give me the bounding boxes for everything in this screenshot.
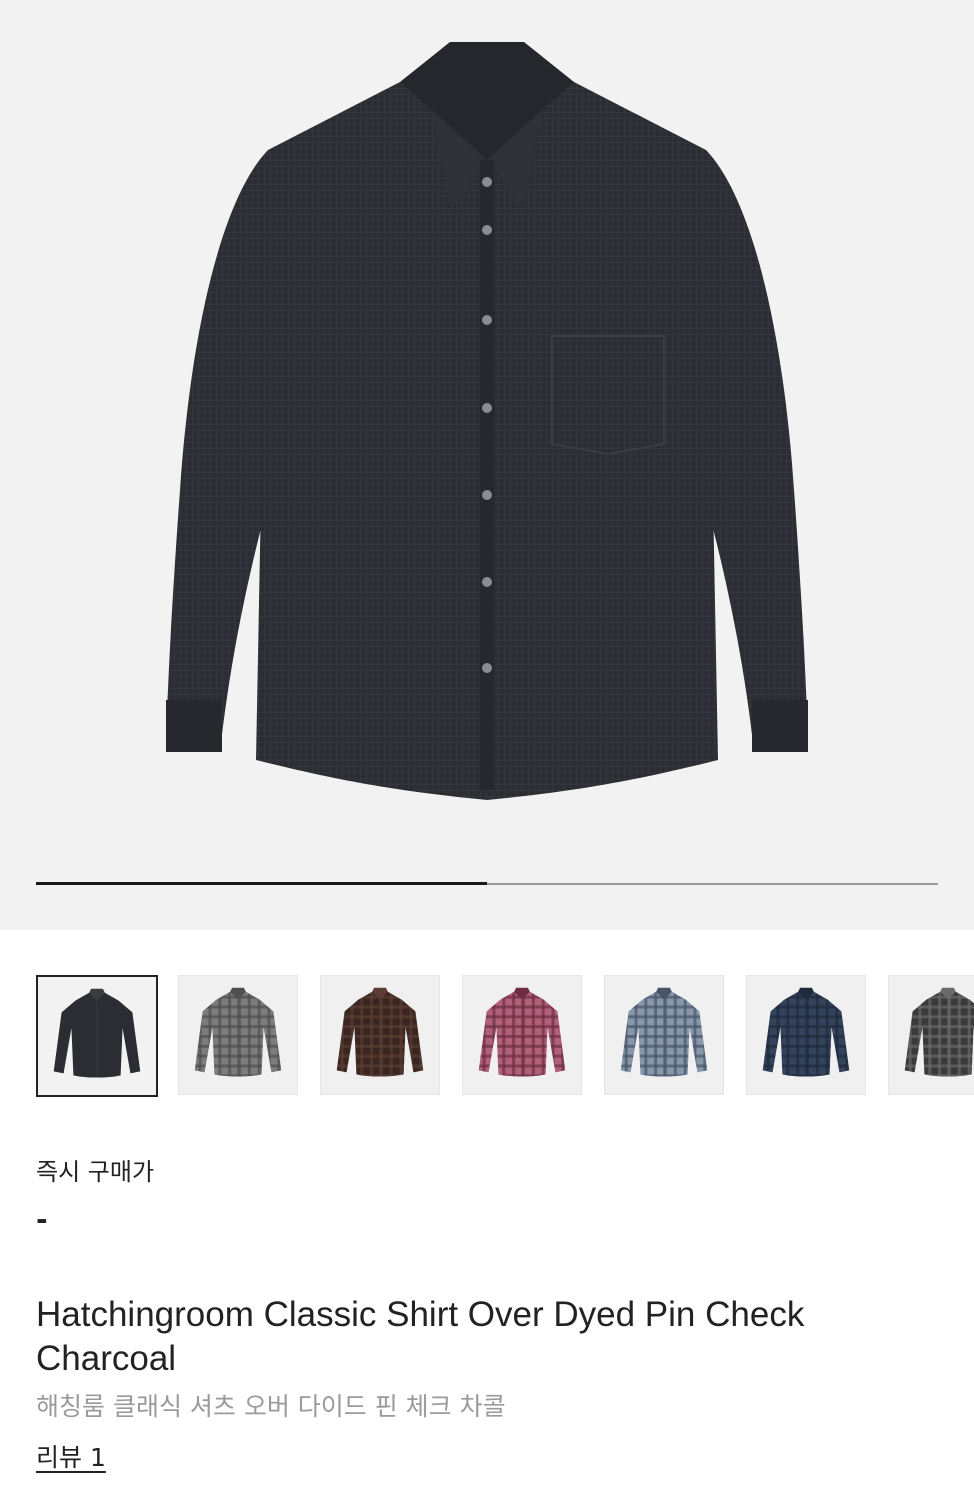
price-label: 즉시 구매가 bbox=[36, 1158, 155, 1186]
shirt-thumbnail-image bbox=[194, 987, 282, 1077]
color-thumbnail-list bbox=[36, 975, 974, 1099]
color-thumbnail-black-check[interactable] bbox=[888, 975, 974, 1095]
color-thumbnail-brown[interactable] bbox=[320, 975, 440, 1095]
price-value: - bbox=[36, 1203, 48, 1236]
gallery-progress-fill bbox=[36, 882, 487, 885]
color-thumbnail-navy[interactable] bbox=[746, 975, 866, 1095]
product-image-gallery[interactable] bbox=[0, 0, 974, 930]
shirt-thumbnail-image bbox=[904, 987, 974, 1077]
shirt-thumbnail-image bbox=[478, 987, 566, 1077]
shirt-thumbnail-image bbox=[336, 987, 424, 1077]
color-thumbnail-charcoal[interactable] bbox=[36, 975, 158, 1097]
shirt-product-image[interactable] bbox=[150, 40, 824, 830]
shirt-thumbnail-image bbox=[620, 987, 708, 1077]
shirt-thumbnail-image bbox=[762, 987, 850, 1077]
product-title-english: Hatchingroom Classic Shirt Over Dyed Pin… bbox=[36, 1295, 805, 1378]
shirt-thumbnail-image bbox=[53, 988, 141, 1078]
color-thumbnail-grey[interactable] bbox=[178, 975, 298, 1095]
gallery-progress-track bbox=[36, 882, 938, 885]
product-title-korean: 해칭룸 클래식 셔츠 오버 다이드 핀 체크 차콜 bbox=[36, 1392, 506, 1421]
review-link[interactable]: 리뷰 1 bbox=[36, 1438, 106, 1474]
color-thumbnail-pink[interactable] bbox=[462, 975, 582, 1095]
color-thumbnail-light-blue[interactable] bbox=[604, 975, 724, 1095]
